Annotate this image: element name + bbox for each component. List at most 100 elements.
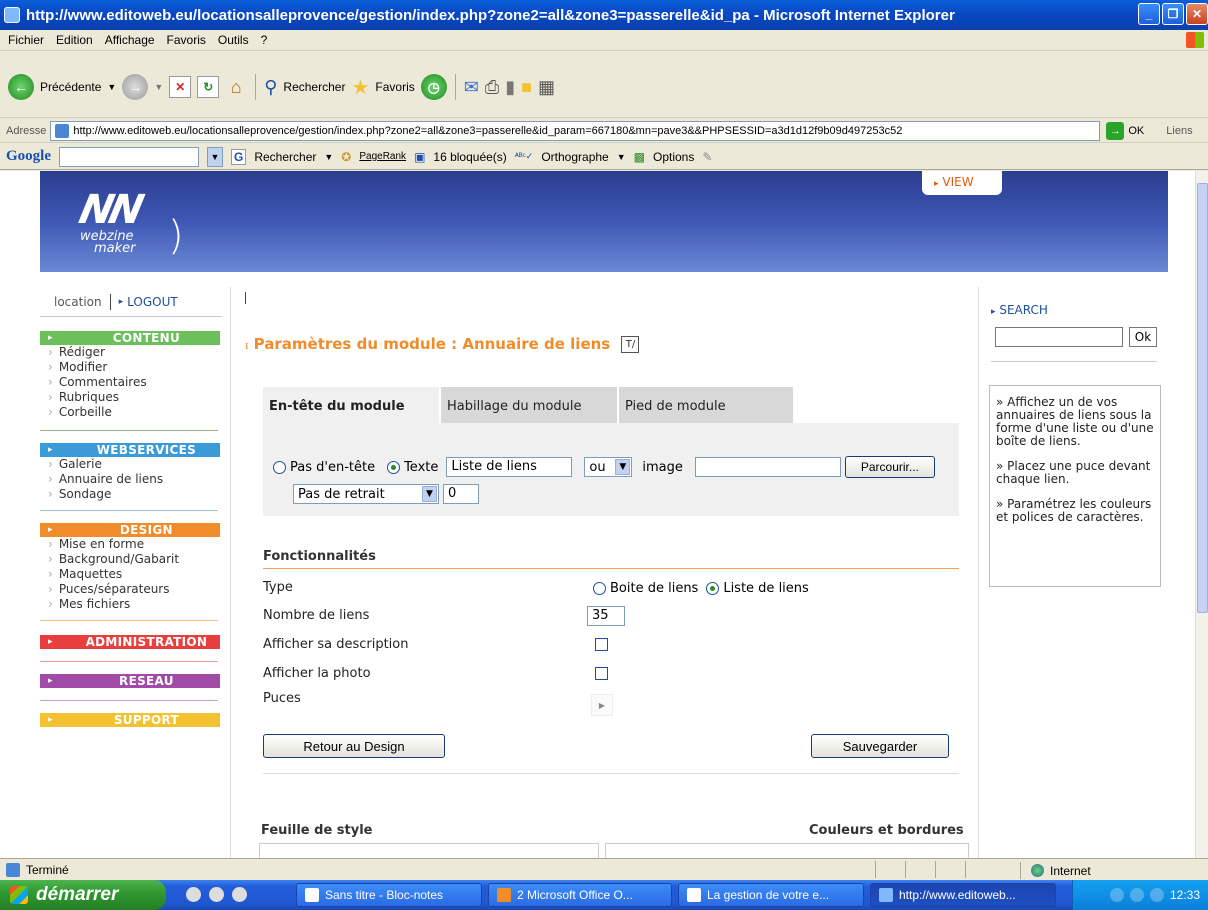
mail-icon[interactable]: ✉ (464, 77, 479, 98)
radio-no-header[interactable] (273, 460, 286, 474)
home-icon[interactable]: ⌂ (225, 76, 247, 98)
back-arrow-icon[interactable]: ← (8, 74, 34, 100)
task-gestion[interactable]: La gestion de votre e... (678, 883, 864, 907)
google-g-icon[interactable]: G (231, 148, 247, 165)
menu-commentaires[interactable]: Commentaires (40, 375, 230, 390)
photo-checkbox[interactable] (595, 667, 608, 680)
quick-launch-icon-3[interactable] (232, 887, 247, 902)
view-tab[interactable]: ▸ VIEW (922, 171, 1002, 195)
back-dropdown-icon[interactable]: ▼ (107, 82, 116, 92)
google-search-input[interactable] (59, 146, 199, 167)
research-icon[interactable]: ▦ (538, 77, 555, 98)
google-search-dropdown-icon[interactable]: ▼ (324, 152, 333, 162)
site-search-ok-button[interactable]: Ok (1129, 327, 1157, 347)
notes-icon[interactable]: ■ (521, 77, 532, 98)
pagerank-label[interactable]: PageRank (359, 151, 406, 162)
links-label[interactable]: Liens (1166, 125, 1192, 137)
indent-value-input[interactable]: 0 (443, 484, 479, 504)
menu-sondage[interactable]: Sondage (40, 487, 230, 502)
menu-background[interactable]: Background/Gabarit (40, 552, 230, 567)
indent-select[interactable]: Pas de retrait ▼ (293, 484, 439, 504)
desc-checkbox[interactable] (595, 638, 608, 651)
close-button[interactable]: ✕ (1186, 3, 1208, 25)
google-search-label[interactable]: Rechercher (254, 150, 316, 164)
menu-rediger[interactable]: Rédiger (40, 345, 230, 360)
menu-galerie[interactable]: Galerie (40, 457, 230, 472)
radio-boite-liens[interactable] (593, 582, 606, 595)
quick-launch-icon-1[interactable] (186, 887, 201, 902)
search-icon[interactable]: ⚲ (264, 77, 277, 98)
forward-arrow-icon[interactable]: → (122, 74, 149, 100)
go-arrow-icon[interactable]: → (1106, 121, 1125, 140)
menu-outils[interactable]: Outils (218, 33, 249, 47)
section-design[interactable]: ▸ DESIGN (40, 523, 220, 537)
tray-icon-2[interactable] (1129, 888, 1144, 902)
menu-favoris[interactable]: Favoris (167, 33, 206, 47)
google-logo[interactable]: Google (6, 148, 51, 165)
save-button[interactable]: Sauvegarder (811, 734, 949, 758)
menu-corbeille[interactable]: Corbeille (40, 405, 230, 420)
tab-habillage[interactable]: Habillage du module (441, 387, 617, 423)
back-to-design-button[interactable]: Retour au Design (263, 734, 445, 758)
popup-blocked-count[interactable]: 16 bloquée(s) (433, 150, 506, 164)
count-input[interactable]: 35 (587, 606, 625, 626)
go-button-label[interactable]: OK (1128, 125, 1144, 137)
section-reseau[interactable]: ▸ RESEAU (40, 674, 220, 688)
menu-puces[interactable]: Puces/séparateurs (40, 582, 230, 597)
browse-button[interactable]: Parcourir... (844, 456, 935, 478)
refresh-icon[interactable]: ↻ (197, 76, 220, 98)
back-button-label[interactable]: Précédente (40, 80, 101, 94)
google-dropdown-icon[interactable]: ▼ (207, 146, 223, 167)
task-ie[interactable]: http://www.editoweb... (870, 883, 1056, 907)
scrollbar-thumb[interactable] (1197, 183, 1208, 613)
vertical-scrollbar[interactable] (1195, 171, 1208, 858)
menu-help[interactable]: ? (261, 33, 268, 47)
menu-mise-en-forme[interactable]: Mise en forme (40, 537, 230, 552)
site-search-input[interactable] (995, 327, 1123, 347)
spellcheck-dropdown-icon[interactable]: ▼ (617, 152, 626, 162)
menu-mes-fichiers[interactable]: Mes fichiers (40, 597, 230, 612)
menu-edition[interactable]: Edition (56, 33, 93, 47)
forward-dropdown-icon[interactable]: ▼ (154, 82, 163, 92)
section-support[interactable]: ▸ SUPPORT (40, 713, 220, 727)
tray-icon-3[interactable] (1149, 888, 1164, 902)
news-icon[interactable]: ✪ (341, 150, 351, 164)
task-notepad[interactable]: Sans titre - Bloc-notes (296, 883, 482, 907)
puce-picker-icon[interactable]: ▶ (591, 694, 613, 716)
address-input[interactable]: http://www.editoweb.eu/locationsalleprov… (50, 120, 1101, 141)
ou-select[interactable]: ou ▼ (584, 457, 633, 477)
section-webservices[interactable]: ▸ WEBSERVICES (40, 443, 220, 457)
tab-pied[interactable]: Pied de module (619, 387, 793, 423)
menu-fichier[interactable]: Fichier (8, 33, 44, 47)
start-button[interactable]: démarrer (0, 880, 166, 910)
history-icon[interactable]: ◷ (420, 74, 447, 100)
menu-annuaire[interactable]: Annuaire de liens (40, 472, 230, 487)
options-label[interactable]: Options (653, 150, 694, 164)
edit-icon[interactable]: ▮ (505, 77, 515, 98)
radio-liste-liens[interactable] (706, 582, 720, 595)
image-path-input[interactable] (694, 457, 841, 477)
favorites-button-label[interactable]: Favoris (375, 80, 414, 94)
tray-icon-1[interactable] (1109, 888, 1124, 902)
quick-launch-icon-2[interactable] (209, 887, 224, 902)
section-contenu[interactable]: ▸ CONTENU (40, 331, 220, 345)
section-administration[interactable]: ▸ ADMINISTRATION (40, 635, 220, 649)
task-office[interactable]: 2 Microsoft Office O... (488, 883, 672, 907)
logout-link[interactable]: LOGOUT (127, 295, 178, 309)
radio-text-header[interactable] (387, 460, 401, 474)
favorites-star-icon[interactable]: ★ (351, 75, 369, 100)
header-text-input[interactable]: Liste de liens (446, 457, 573, 477)
menu-modifier[interactable]: Modifier (40, 360, 230, 375)
edit-text-icon[interactable]: T/ (621, 336, 640, 353)
search-button-label[interactable]: Rechercher (283, 80, 345, 94)
minimize-button[interactable]: _ (1138, 3, 1160, 25)
stop-icon[interactable]: ✕ (169, 76, 192, 98)
print-icon[interactable]: ⎙ (485, 77, 499, 98)
maximize-button[interactable]: ❐ (1162, 3, 1184, 25)
menu-maquettes[interactable]: Maquettes (40, 567, 230, 582)
tab-entete[interactable]: En-tête du module (263, 387, 439, 423)
spellcheck-label[interactable]: Orthographe (541, 150, 608, 164)
highlighter-icon[interactable]: ✎ (702, 150, 712, 164)
menu-affichage[interactable]: Affichage (105, 33, 155, 47)
menu-rubriques[interactable]: Rubriques (40, 390, 230, 405)
